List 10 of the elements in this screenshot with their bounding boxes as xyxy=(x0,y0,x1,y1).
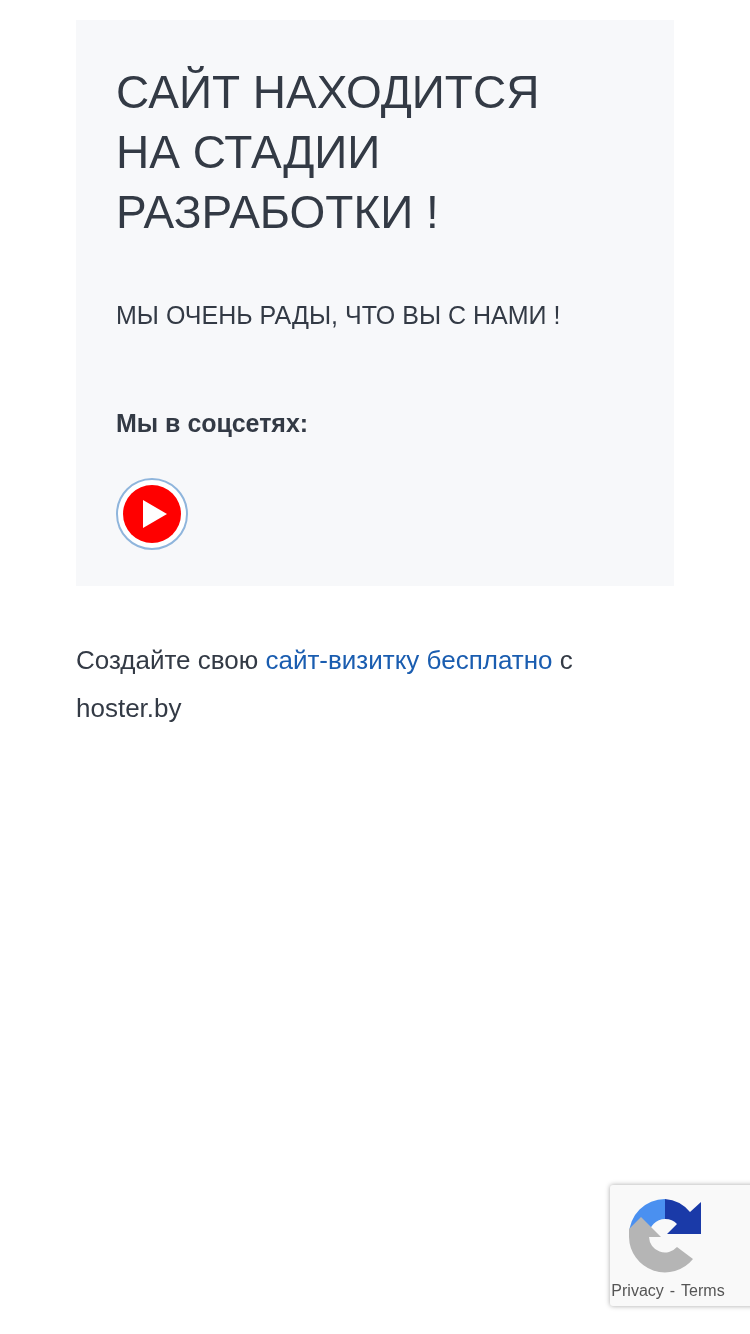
link-separator: - xyxy=(669,1281,676,1301)
footer-link[interactable]: сайт-визитку бесплатно xyxy=(265,645,553,675)
recaptcha-icon xyxy=(627,1197,703,1275)
terms-link[interactable]: Terms xyxy=(681,1279,725,1303)
subtitle: МЫ ОЧЕНЬ РАДЫ, ЧТО ВЫ С НАМИ ! xyxy=(116,300,562,330)
privacy-link[interactable]: Privacy xyxy=(611,1279,664,1303)
video-play-icon[interactable] xyxy=(116,478,188,550)
social-heading: Мы в соцсетях: xyxy=(116,408,310,438)
footer-text: Создайте свою сайт-визитку бесплатно с hoster.by xyxy=(76,644,574,725)
page-title: САЙТ НАХОДИТСЯ НА СТАДИИ РАЗРАБОТКИ ! xyxy=(116,65,541,240)
